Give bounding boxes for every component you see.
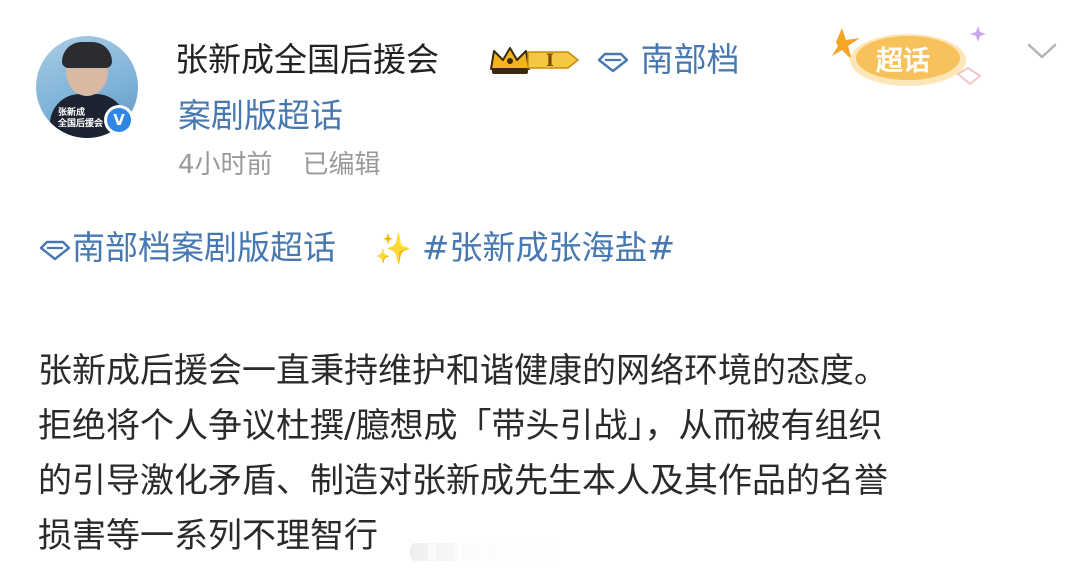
sparkles-icon: ✨ bbox=[374, 232, 412, 267]
body-line: 张新成后援会一直秉持维护和谐健康的网络环境的态度。 bbox=[38, 351, 888, 391]
topic-link-label-2[interactable]: 案剧版超话 bbox=[178, 94, 343, 138]
verified-badge: V bbox=[104, 105, 134, 135]
diamond-icon bbox=[39, 240, 71, 260]
chevron-down-icon[interactable] bbox=[1026, 40, 1058, 62]
hashtag-link[interactable]: #张新成张海盐# bbox=[422, 228, 675, 267]
author-name[interactable]: 张新成全国后援会 bbox=[175, 38, 439, 82]
crown-level-icon[interactable]: I bbox=[488, 44, 580, 76]
topic-link[interactable]: 南部档 bbox=[596, 38, 740, 82]
verified-icon: V bbox=[107, 108, 131, 132]
edited-label[interactable]: 已编辑 bbox=[303, 150, 381, 180]
chaohua-badge-icon[interactable]: 超话 bbox=[830, 18, 990, 98]
avatar-caption: 张新成 全国后援会 bbox=[58, 108, 104, 129]
truncated-fade bbox=[400, 530, 680, 570]
topic-tag[interactable]: 南部档案剧版超话 bbox=[38, 228, 347, 267]
avatar-figure-hair bbox=[62, 42, 112, 68]
post-time: 4小时前 bbox=[178, 150, 273, 180]
topic-link-label-1[interactable]: 南部档 bbox=[641, 40, 740, 79]
body-line: 拒绝将个人争议杜撰/臆想成「带头引战」，从而被有组织 bbox=[38, 406, 883, 446]
diamond-icon bbox=[597, 52, 629, 72]
chaohua-text: 超话 bbox=[876, 46, 930, 77]
body-line: 的引导激化矛盾、制造对张新成先生本人及其作品的名誉 bbox=[38, 461, 888, 501]
post-meta: 4小时前 已编辑 bbox=[178, 148, 381, 182]
topic-tag-label[interactable]: 南部档案剧版超话 bbox=[72, 228, 336, 267]
post-tags: 南部档案剧版超话 ✨ #张新成张海盐# bbox=[38, 226, 675, 272]
member-level-text: I bbox=[546, 51, 554, 71]
